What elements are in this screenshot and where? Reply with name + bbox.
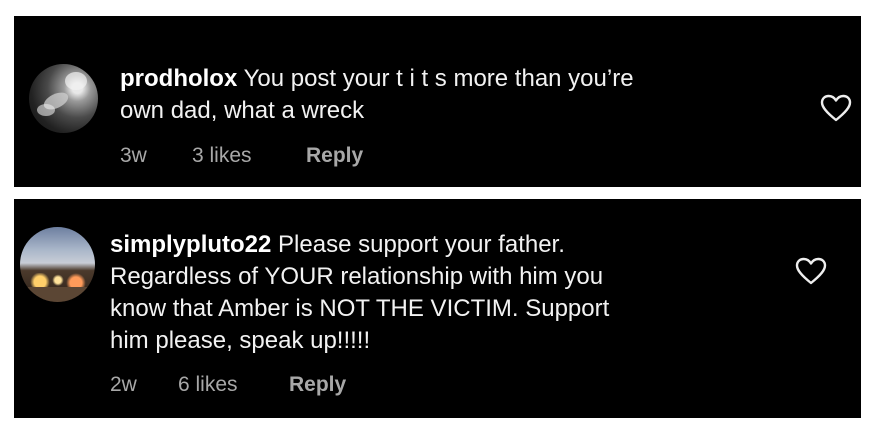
comment-card: simplypluto22 Please support your father… <box>14 199 861 418</box>
avatar-image-detail <box>20 287 95 302</box>
comment-likes-count[interactable]: 6 likes <box>178 373 289 397</box>
comment-likes-count[interactable]: 3 likes <box>192 144 306 168</box>
avatar-image-detail <box>37 104 55 116</box>
comment-username[interactable]: prodholox <box>120 65 237 92</box>
heart-outline-icon[interactable] <box>795 257 827 285</box>
comment-body: prodholox You post your t i t s more tha… <box>120 63 780 127</box>
comment-age: 2w <box>110 373 137 396</box>
comment-username[interactable]: simplypluto22 <box>110 231 271 258</box>
avatar[interactable] <box>29 64 98 133</box>
heart-outline-icon[interactable] <box>820 94 852 122</box>
reply-button[interactable]: Reply <box>306 144 363 168</box>
comment-card: prodholox You post your t i t s more tha… <box>14 16 861 187</box>
comment-age: 3w <box>120 144 147 167</box>
comment-meta: 2w 6 likes Reply <box>110 373 346 397</box>
avatar[interactable] <box>20 227 95 302</box>
comment-meta: 3w 3 likes Reply <box>120 144 363 168</box>
avatar-image-detail <box>65 72 87 90</box>
comment-body: simplypluto22 Please support your father… <box>110 229 750 357</box>
reply-button[interactable]: Reply <box>289 373 346 397</box>
